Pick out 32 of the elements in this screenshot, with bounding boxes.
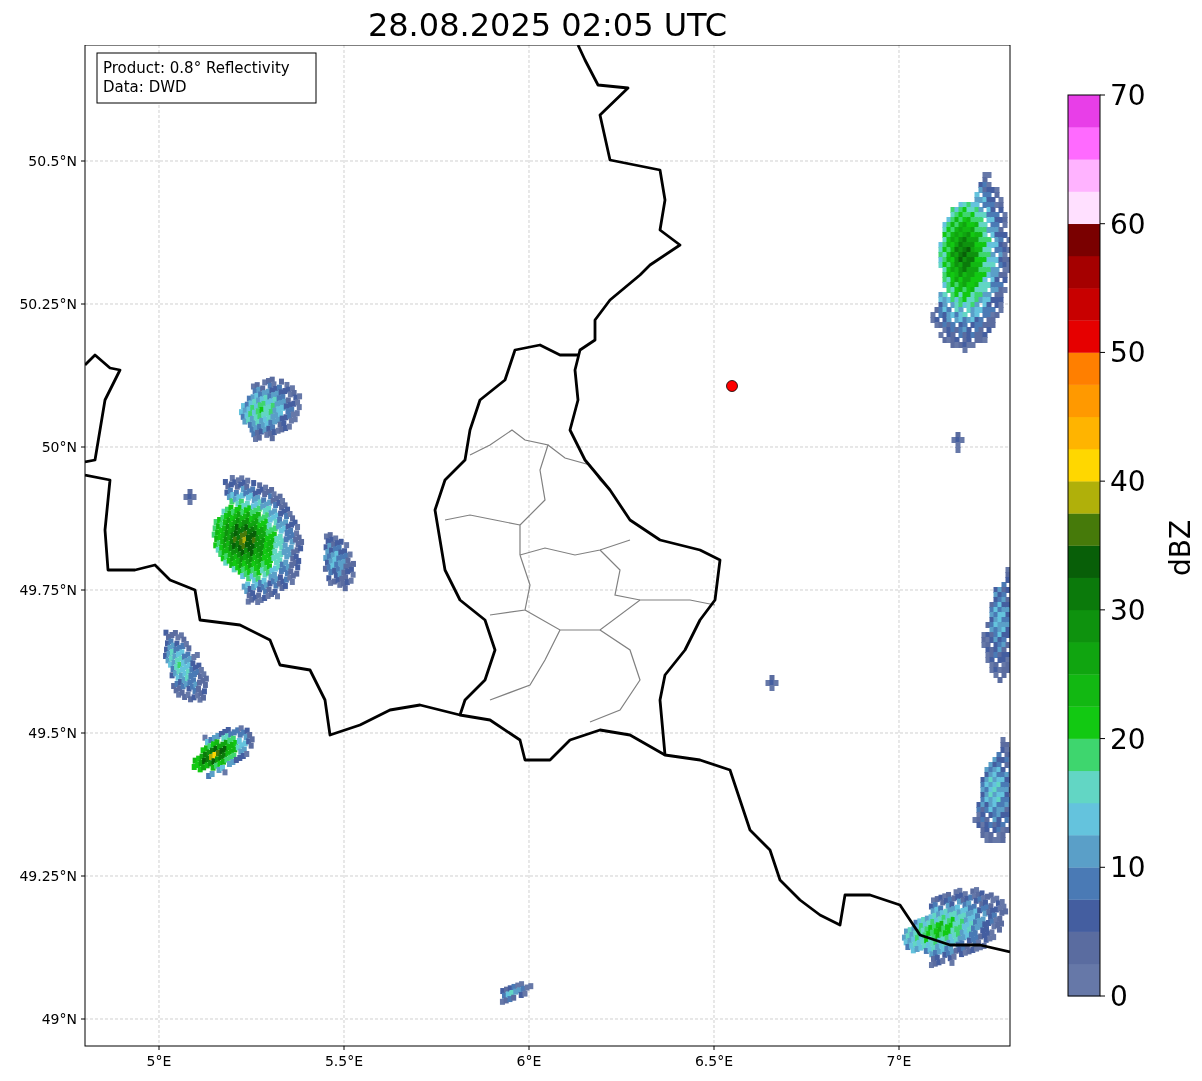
latitude-label: 49.5°N [28,725,77,741]
radar-echo [322,532,356,592]
colorbar-tick-label: 60 [1110,207,1146,241]
longitude-label: 6°E [516,1053,542,1069]
colorbar-tick-label: 70 [1110,79,1146,112]
longitude-label: 7°E [886,1053,912,1069]
colorbar-tick-label: 0 [1110,980,1128,1013]
radar-echo [183,489,197,505]
latitude-label: 50.25°N [19,296,77,312]
colorbar-tick-label: 20 [1110,722,1146,756]
latitude-label: 49°N [41,1011,77,1027]
radar-echo [191,725,255,779]
latitude-label: 49.75°N [19,582,77,598]
longitude-label: 5.5°E [324,1053,364,1069]
radar-echo [499,981,534,1005]
info-text: Data: DWD [103,78,187,96]
latitude-label: 50.5°N [28,153,77,169]
radar-echo [765,675,779,691]
longitude-label: 6.5°E [694,1053,734,1069]
latitude-label: 50°N [41,439,77,455]
location-marker-icon [726,380,738,392]
longitude-label: 5°E [146,1053,172,1069]
chart-title: 28.08.2025 02:05 UTC [367,5,728,45]
colorbar-tick-label: 50 [1110,336,1146,370]
radar-echo [951,432,965,453]
colorbar-tick-label: 40 [1110,465,1146,499]
radar-echo [239,376,303,442]
colorbar-tick-label: 30 [1110,593,1146,627]
info-text: Product: 0.8° Reflectivity [103,59,290,77]
latitude-label: 49.25°N [19,868,77,884]
colorbar-axis-label: dBZ [1164,519,1197,577]
colorbar-tick-label: 10 [1110,851,1146,885]
